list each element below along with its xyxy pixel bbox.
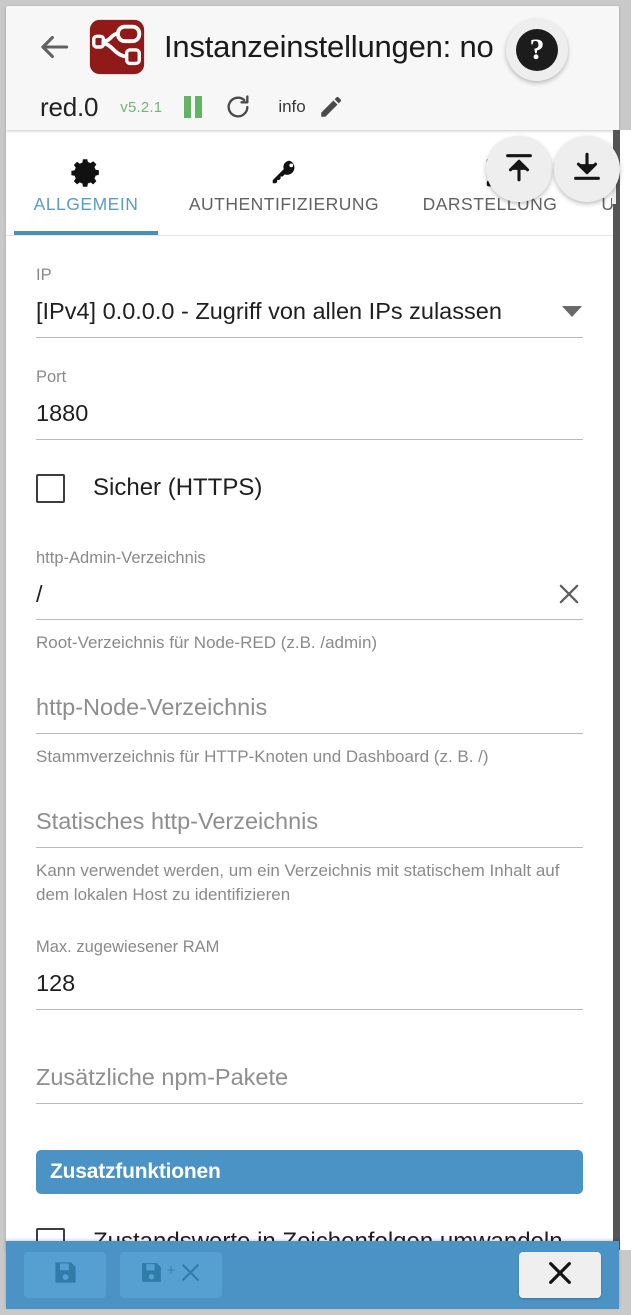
pencil-icon: [318, 94, 344, 120]
upload-icon: [502, 150, 536, 189]
http-static-hint: Kann verwendet werden, um ein Verzeichni…: [36, 860, 560, 905]
tab-label: ALLGEMEIN: [33, 194, 139, 214]
port-label: Port: [36, 367, 67, 386]
http-admin-root-hint: Root-Verzeichnis für Node-RED (z.B. /adm…: [36, 633, 378, 653]
download-icon: [570, 150, 604, 189]
port-value: 1880: [36, 400, 89, 426]
edit-button[interactable]: [318, 90, 344, 124]
bottom-toolbar: +: [6, 1241, 619, 1309]
arrow-left-icon: [35, 28, 73, 66]
ip-select[interactable]: [IPv4] 0.0.0.0 - Zugriff von allen IPs z…: [36, 292, 583, 338]
tab-authentifizierung[interactable]: AUTHENTIFIZIERUNG: [166, 130, 402, 235]
node-red-logo: [84, 14, 150, 80]
field-http-admin-root: http-Admin-Verzeichnis / Root-Verzeichni…: [36, 519, 583, 656]
restart-button[interactable]: [224, 90, 252, 124]
field-http-node-root: http-Node-Verzeichnis Stammverzeichnis f…: [36, 688, 583, 770]
npm-packages-input[interactable]: Zusätzliche npm-Pakete: [36, 1058, 583, 1104]
close-icon: [544, 1257, 576, 1294]
field-npm-packages: Zusätzliche npm-Pakete: [36, 1058, 583, 1104]
instance-name: red.0: [40, 91, 99, 122]
plus-icon: +: [166, 1262, 176, 1279]
ip-label: IP: [36, 266, 52, 284]
npm-packages-placeholder: Zusätzliche npm-Pakete: [36, 1064, 289, 1091]
tab-label: AUTHENTIFIZIERUNG: [188, 194, 380, 214]
checkbox-secure-https[interactable]: Sicher (HTTPS): [36, 440, 583, 503]
section-header-label: Zusatzfunktionen: [50, 1159, 221, 1183]
scrollbar-track[interactable]: [613, 130, 620, 1250]
app-root: Instanzeinstellungen: no red.0 v5.2.1 in…: [0, 0, 631, 1315]
help-icon: ?: [516, 29, 558, 71]
instance-version: v5.2.1: [120, 98, 163, 116]
import-button[interactable]: [554, 136, 620, 202]
info-button[interactable]: info: [278, 97, 305, 117]
port-input[interactable]: 1880: [36, 394, 583, 440]
http-static-placeholder: Statisches http-Verzeichnis: [36, 808, 319, 835]
instance-status-row: red.0 v5.2.1 info: [6, 84, 619, 130]
checkbox-box[interactable]: [36, 473, 65, 503]
field-http-static: Statisches http-Verzeichnis Kann verwend…: [36, 802, 583, 908]
close-icon: [178, 1260, 203, 1290]
back-button[interactable]: [26, 19, 82, 75]
max-ram-input[interactable]: 128: [36, 964, 583, 1010]
save-and-close-button[interactable]: +: [120, 1252, 222, 1298]
save-icon: [139, 1260, 164, 1290]
panel-right-edge: [620, 130, 631, 1250]
field-port: Port 1880: [36, 338, 583, 440]
key-icon: [269, 150, 299, 194]
field-max-ram: Max. zugewiesener RAM 128: [36, 908, 583, 1010]
http-node-root-hint: Stammverzeichnis für HTTP-Knoten und Das…: [36, 747, 489, 767]
pause-icon: [182, 94, 204, 120]
max-ram-value: 128: [36, 970, 76, 997]
section-header-zusatzfunktionen[interactable]: Zusatzfunktionen: [36, 1149, 583, 1194]
chevron-down-icon[interactable]: [561, 304, 583, 318]
field-ip: IP [IPv4] 0.0.0.0 - Zugriff von allen IP…: [36, 236, 583, 338]
http-admin-root-input[interactable]: /: [36, 574, 583, 621]
restart-icon: [224, 93, 252, 121]
http-node-root-input[interactable]: http-Node-Verzeichnis: [36, 688, 583, 735]
save-button[interactable]: [24, 1252, 106, 1298]
close-icon[interactable]: [555, 580, 583, 608]
help-button[interactable]: ?: [506, 19, 568, 81]
save-icon: [52, 1259, 79, 1291]
ip-value: [IPv4] 0.0.0.0 - Zugriff von allen IPs z…: [36, 298, 502, 325]
checkbox-label: Sicher (HTTPS): [93, 473, 263, 501]
max-ram-label: Max. zugewiesener RAM: [36, 937, 220, 956]
tab-label: DARSTELLUNG: [422, 194, 558, 214]
settings-panel: ALLGEMEIN AUTHENTIFIZIERUNG DARSTELLUNG …: [6, 130, 613, 1250]
http-admin-root-value: /: [36, 580, 43, 607]
close-button[interactable]: [519, 1252, 601, 1298]
http-node-root-placeholder: http-Node-Verzeichnis: [36, 694, 268, 721]
tab-allgemein[interactable]: ALLGEMEIN: [6, 130, 166, 235]
pause-button[interactable]: [182, 90, 204, 124]
gear-icon: [70, 150, 103, 194]
settings-form: IP [IPv4] 0.0.0.0 - Zugriff von allen IP…: [6, 236, 613, 1250]
http-admin-root-label: http-Admin-Verzeichnis: [36, 548, 206, 567]
http-static-input[interactable]: Statisches http-Verzeichnis: [36, 802, 583, 848]
export-button[interactable]: [486, 136, 552, 202]
